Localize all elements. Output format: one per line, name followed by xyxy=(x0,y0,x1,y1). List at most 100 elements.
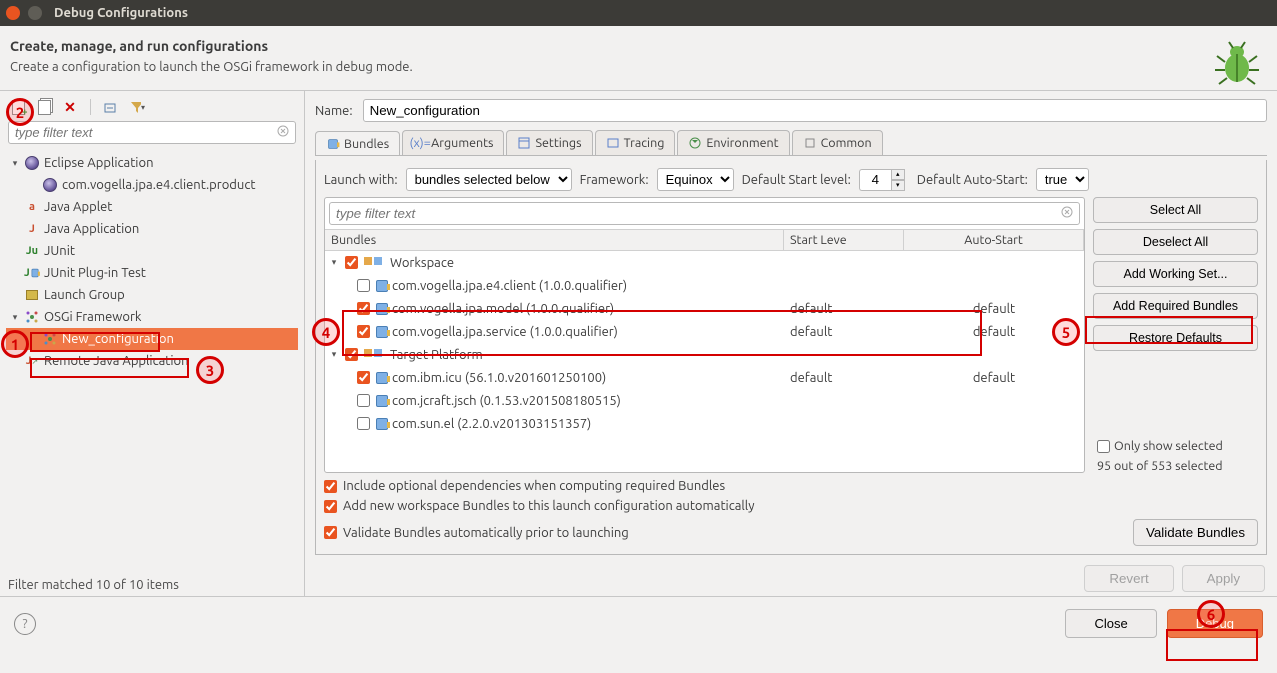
tree-item[interactable]: com.vogella.jpa.e4.client.product xyxy=(6,174,298,196)
tree-item-label: com.vogella.jpa.e4.client.product xyxy=(62,178,256,192)
default-auto-select[interactable]: true xyxy=(1036,168,1089,191)
tab-label: Settings xyxy=(535,136,581,150)
debug-button[interactable]: Debug xyxy=(1167,609,1263,638)
add-working-set-button[interactable]: Add Working Set... xyxy=(1093,261,1258,287)
help-button[interactable]: ? xyxy=(14,613,36,635)
bundle-row[interactable]: com.vogella.jpa.e4.client (1.0.0.qualifi… xyxy=(325,274,1084,297)
include-optional-check[interactable]: Include optional dependencies when compu… xyxy=(324,479,1258,493)
bundle-label: com.vogella.jpa.service (1.0.0.qualifier… xyxy=(392,325,618,339)
bundles-tab-content: Launch with: bundles selected below Fram… xyxy=(315,160,1267,555)
config-name-input[interactable] xyxy=(363,99,1267,122)
col-start-level[interactable]: Start Leve xyxy=(784,230,904,250)
bundle-checkbox[interactable] xyxy=(357,302,370,315)
tree-item[interactable]: JJUnit Plug-in Test xyxy=(6,262,298,284)
tab-label: Environment xyxy=(706,136,778,150)
only-show-selected-check[interactable]: Only show selected xyxy=(1093,439,1258,453)
tab-label: Tracing xyxy=(624,136,665,150)
bundle-row[interactable]: com.jcraft.jsch (0.1.53.v201508180515) xyxy=(325,389,1084,412)
new-config-button[interactable] xyxy=(10,99,26,115)
bundle-group-row[interactable]: ▾Target Platform xyxy=(325,343,1084,366)
deselect-all-button[interactable]: Deselect All xyxy=(1093,229,1258,255)
bundle-side-buttons: Select All Deselect All Add Working Set.… xyxy=(1093,197,1258,473)
framework-select[interactable]: Equinox xyxy=(657,168,734,191)
tab-icon xyxy=(606,136,620,150)
add-new-workspace-check[interactable]: Add new workspace Bundles to this launch… xyxy=(324,499,1258,513)
config-type-icon xyxy=(42,331,58,347)
restore-defaults-button[interactable]: Restore Defaults xyxy=(1093,325,1258,351)
bundle-row[interactable]: com.sun.el (2.2.0.v201303151357) xyxy=(325,412,1084,435)
tab-label: Arguments xyxy=(431,136,493,150)
filter-dropdown-button[interactable]: ▾ xyxy=(129,99,145,115)
auto-start-cell[interactable]: default xyxy=(904,325,1084,339)
auto-start-cell[interactable]: default xyxy=(904,371,1084,385)
header-subtitle: Create a configuration to launch the OSG… xyxy=(10,60,413,74)
tab-tracing[interactable]: Tracing xyxy=(595,130,676,155)
tree-item[interactable]: JuJUnit xyxy=(6,240,298,262)
tree-item[interactable]: aJava Applet xyxy=(6,196,298,218)
config-filter[interactable] xyxy=(8,121,296,144)
tree-item[interactable]: JJava Application xyxy=(6,218,298,240)
spin-up[interactable]: ▴ xyxy=(891,169,905,180)
spin-down[interactable]: ▾ xyxy=(891,180,905,191)
bundle-checkbox[interactable] xyxy=(345,256,358,269)
default-start-spinner[interactable]: ▴▾ xyxy=(859,169,909,191)
bug-icon xyxy=(1213,38,1261,86)
bundle-checkbox[interactable] xyxy=(357,325,370,338)
apply-button[interactable]: Apply xyxy=(1182,565,1265,592)
tab-label: Bundles xyxy=(344,137,389,151)
validate-bundles-button[interactable]: Validate Bundles xyxy=(1133,519,1258,546)
col-auto-start[interactable]: Auto-Start xyxy=(904,230,1084,250)
bundle-filter-clear-icon[interactable] xyxy=(1060,205,1074,222)
expander-icon[interactable]: ▾ xyxy=(10,312,20,323)
auto-start-cell[interactable]: default xyxy=(904,302,1084,316)
launch-with-select[interactable]: bundles selected below xyxy=(406,168,572,191)
config-type-icon xyxy=(42,177,58,193)
config-tree[interactable]: ▾ Eclipse Application com.vogella.jpa.e4.c… xyxy=(6,150,298,574)
tab-bundles[interactable]: Bundles xyxy=(315,131,400,156)
tab-environment[interactable]: Environment xyxy=(677,130,789,155)
bundle-row[interactable]: com.vogella.jpa.service (1.0.0.qualifier… xyxy=(325,320,1084,343)
bundle-checkbox[interactable] xyxy=(357,417,370,430)
bundle-table[interactable]: Bundles Start Leve Auto-Start ▾Workspace… xyxy=(325,229,1084,472)
delete-config-button[interactable]: ✕ xyxy=(62,99,78,115)
revert-button[interactable]: Revert xyxy=(1084,565,1173,592)
tree-item[interactable]: New_configuration xyxy=(6,328,298,350)
clear-filter-icon[interactable] xyxy=(276,124,292,140)
tab-common[interactable]: Common xyxy=(792,130,883,155)
select-all-button[interactable]: Select All xyxy=(1093,197,1258,223)
tree-item[interactable]: ▾ Eclipse Application xyxy=(6,152,298,174)
tab-settings[interactable]: Settings xyxy=(506,130,592,155)
duplicate-config-button[interactable] xyxy=(36,99,52,115)
bundle-checkbox[interactable] xyxy=(357,279,370,292)
close-button[interactable]: Close xyxy=(1065,609,1156,638)
bundle-row[interactable]: com.ibm.icu (56.1.0.v201601250100)defaul… xyxy=(325,366,1084,389)
expander-icon[interactable]: ▾ xyxy=(329,257,339,268)
bundle-group-row[interactable]: ▾Workspace xyxy=(325,251,1084,274)
validate-auto-check[interactable]: Validate Bundles automatically prior to … xyxy=(324,526,629,540)
add-required-bundles-button[interactable]: Add Required Bundles xyxy=(1093,293,1258,319)
bundle-checkbox[interactable] xyxy=(357,394,370,407)
window-minimize-icon[interactable] xyxy=(28,6,42,20)
col-bundles[interactable]: Bundles xyxy=(325,230,784,250)
tab-icon xyxy=(326,137,340,151)
tab-arguments[interactable]: (x)=Arguments xyxy=(402,130,504,155)
start-level-cell[interactable]: default xyxy=(784,325,904,339)
tree-item-label: Eclipse Application xyxy=(44,156,154,170)
name-label: Name: xyxy=(315,104,353,118)
plugin-icon xyxy=(376,326,388,338)
config-filter-input[interactable] xyxy=(8,121,296,144)
bundle-filter-input[interactable] xyxy=(329,202,1080,225)
window-close-icon[interactable] xyxy=(6,6,20,20)
start-level-cell[interactable]: default xyxy=(784,371,904,385)
bundle-checkbox[interactable] xyxy=(357,371,370,384)
tree-item[interactable]: J↗Remote Java Application xyxy=(6,350,298,372)
tree-item[interactable]: Launch Group xyxy=(6,284,298,306)
start-level-cell[interactable]: default xyxy=(784,302,904,316)
bundle-label: com.vogella.jpa.model (1.0.0.qualifier) xyxy=(392,302,614,316)
expander-icon[interactable]: ▾ xyxy=(10,158,20,169)
collapse-all-button[interactable] xyxy=(103,99,119,115)
bundle-checkbox[interactable] xyxy=(345,348,358,361)
expander-icon[interactable]: ▾ xyxy=(329,349,339,360)
bundle-row[interactable]: com.vogella.jpa.model (1.0.0.qualifier) d… xyxy=(325,297,1084,320)
tree-item[interactable]: ▾OSGi Framework xyxy=(6,306,298,328)
